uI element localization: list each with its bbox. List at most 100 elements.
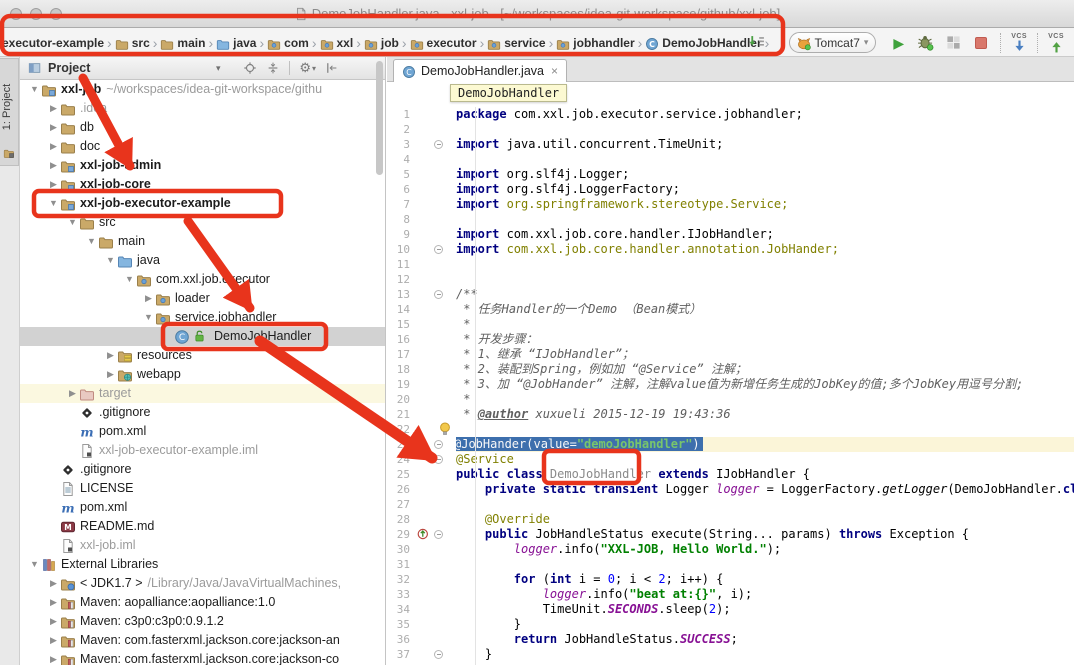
tree-row[interactable]: mpom.xml [20,498,385,517]
line-number[interactable]: 24 [387,452,410,467]
tree-collapse-icon[interactable]: ▼ [28,80,41,99]
stop-button[interactable] [975,37,987,49]
code-line[interactable]: 4 [387,152,1074,167]
scroll-from-source-icon[interactable] [745,35,767,50]
tree-row[interactable]: ▶< JDK1.7 >/Library/Java/JavaVirtualMach… [20,574,385,593]
line-number[interactable]: 17 [387,347,410,362]
tree-row[interactable]: ▶doc [20,137,385,156]
code-line[interactable]: 36 return JobHandleStatus.SUCCESS; [387,632,1074,647]
tree-row[interactable]: ▶target [20,384,385,403]
line-number[interactable]: 14 [387,302,410,317]
tree-expand-icon[interactable]: ▶ [47,118,60,137]
fold-marker-icon[interactable] [434,245,443,254]
breadcrumb-item[interactable]: executor [410,36,477,50]
line-number[interactable]: 20 [387,392,410,407]
tree-row[interactable]: MREADME.md [20,517,385,536]
tree-row[interactable]: .gitignore [20,460,385,479]
line-number[interactable]: 19 [387,377,410,392]
tree-collapse-icon[interactable]: ▼ [47,194,60,213]
line-number[interactable]: 4 [387,152,410,167]
line-number[interactable]: 36 [387,632,410,647]
vcs-commit-button[interactable]: VCS [1048,33,1064,53]
code-line[interactable]: 33 logger.info("beat at:{}", i); [387,587,1074,602]
tree-row[interactable]: ▼main [20,232,385,251]
tree-expand-icon[interactable]: ▶ [142,289,155,308]
code-line[interactable]: 29 public JobHandleStatus execute(String… [387,527,1074,542]
tree-row[interactable]: ▶xxl-job-admin [20,156,385,175]
chevron-down-icon[interactable]: ▾ [216,63,221,74]
tree-row[interactable]: ▶Maven: c3p0:c3p0:0.9.1.2 [20,612,385,631]
tree-row[interactable]: ▼com.xxl.job.executor [20,270,385,289]
breadcrumb-item[interactable]: xxl [320,36,354,50]
hide-panel-icon[interactable] [325,61,339,75]
line-number[interactable]: 28 [387,512,410,527]
breadcrumb-item[interactable]: main [160,36,205,50]
tree-collapse-icon[interactable]: ▼ [123,270,136,289]
code-line[interactable]: 14 * 任务Handler的一个Demo （Bean模式） [387,302,1074,317]
editor-tab-demojobhandler[interactable]: C DemoJobHandler.java × [393,59,567,82]
tree-expand-icon[interactable]: ▶ [47,156,60,175]
code-line[interactable]: 32 for (int i = 0; i < 2; i++) { [387,572,1074,587]
code-line[interactable]: 19 * 3、加 “@JobHander” 注解，注解value值为新增任务生成… [387,377,1074,392]
code-line[interactable]: 16 * 开发步骤： [387,332,1074,347]
tree-row[interactable]: ▶loader [20,289,385,308]
fold-marker-icon[interactable] [434,440,443,449]
tree-expand-icon[interactable]: ▶ [47,612,60,631]
coverage-button[interactable] [946,35,961,50]
tree-row[interactable]: ▶Maven: com.fasterxml.jackson.core:jacks… [20,650,385,665]
tree-row[interactable]: xxl-job-executor-example.iml [20,441,385,460]
close-tab-icon[interactable]: × [551,64,558,78]
code-line[interactable]: 22 [387,422,1074,437]
tree-row[interactable]: CDemoJobHandler [20,327,385,346]
fold-marker-icon[interactable] [434,530,443,539]
line-number[interactable]: 7 [387,197,410,212]
code-line[interactable]: 6import org.slf4j.LoggerFactory; [387,182,1074,197]
breadcrumb-item[interactable]: java [216,36,256,50]
code-line[interactable]: 37 } [387,647,1074,662]
tree-row[interactable]: ▼service.jobhandler [20,308,385,327]
tree-row[interactable]: ▼java [20,251,385,270]
code-line[interactable]: 15 * [387,317,1074,332]
tree-expand-icon[interactable]: ▶ [47,650,60,665]
tree-row[interactable]: ▶.idea [20,99,385,118]
code-line[interactable]: 12 [387,272,1074,287]
code-line[interactable]: 34 TimeUnit.SECONDS.sleep(2); [387,602,1074,617]
line-number[interactable]: 12 [387,272,410,287]
line-number[interactable]: 21 [387,407,410,422]
intention-bulb-icon[interactable] [439,422,451,440]
tree-row[interactable]: ▶webapp [20,365,385,384]
line-number[interactable]: 6 [387,182,410,197]
tree-row[interactable]: mpom.xml [20,422,385,441]
code-line[interactable]: 8 [387,212,1074,227]
run-configuration-select[interactable]: Tomcat7 ▾ [789,32,877,53]
run-button[interactable]: ▶ [893,36,904,50]
tree-row[interactable]: ▼External Libraries [20,555,385,574]
line-number[interactable]: 32 [387,572,410,587]
code-line[interactable]: 30 logger.info("XXL-JOB, Hello World."); [387,542,1074,557]
code-line[interactable]: 9import com.xxl.job.core.handler.IJobHan… [387,227,1074,242]
tree-row[interactable]: ▶Maven: com.fasterxml.jackson.core:jacks… [20,631,385,650]
fold-marker-icon[interactable] [434,650,443,659]
line-number[interactable]: 25 [387,467,410,482]
code-line[interactable]: 35 } [387,617,1074,632]
tree-row[interactable]: xxl-job.iml [20,536,385,555]
code-line[interactable]: 26 private static transient Logger logge… [387,482,1074,497]
tree-expand-icon[interactable]: ▶ [47,574,60,593]
line-number[interactable]: 8 [387,212,410,227]
tree-collapse-icon[interactable]: ▼ [66,213,79,232]
tree-expand-icon[interactable]: ▶ [47,593,60,612]
code-line[interactable]: 24@Service [387,452,1074,467]
tree-row[interactable]: ▶xxl-job-core [20,175,385,194]
code-line[interactable]: 21 * @author xuxueli 2015-12-19 19:43:36 [387,407,1074,422]
tree-collapse-icon[interactable]: ▼ [104,251,117,270]
project-panel-title[interactable]: Project [48,61,90,75]
fold-marker-icon[interactable] [434,455,443,464]
tree-expand-icon[interactable]: ▶ [104,365,117,384]
line-number[interactable]: 16 [387,332,410,347]
tree-collapse-icon[interactable]: ▼ [142,308,155,327]
breadcrumb-item[interactable]: com [267,36,309,50]
tree-row[interactable]: .gitignore [20,403,385,422]
line-number[interactable]: 22 [387,422,410,437]
fold-marker-icon[interactable] [434,290,443,299]
line-number[interactable]: 34 [387,602,410,617]
